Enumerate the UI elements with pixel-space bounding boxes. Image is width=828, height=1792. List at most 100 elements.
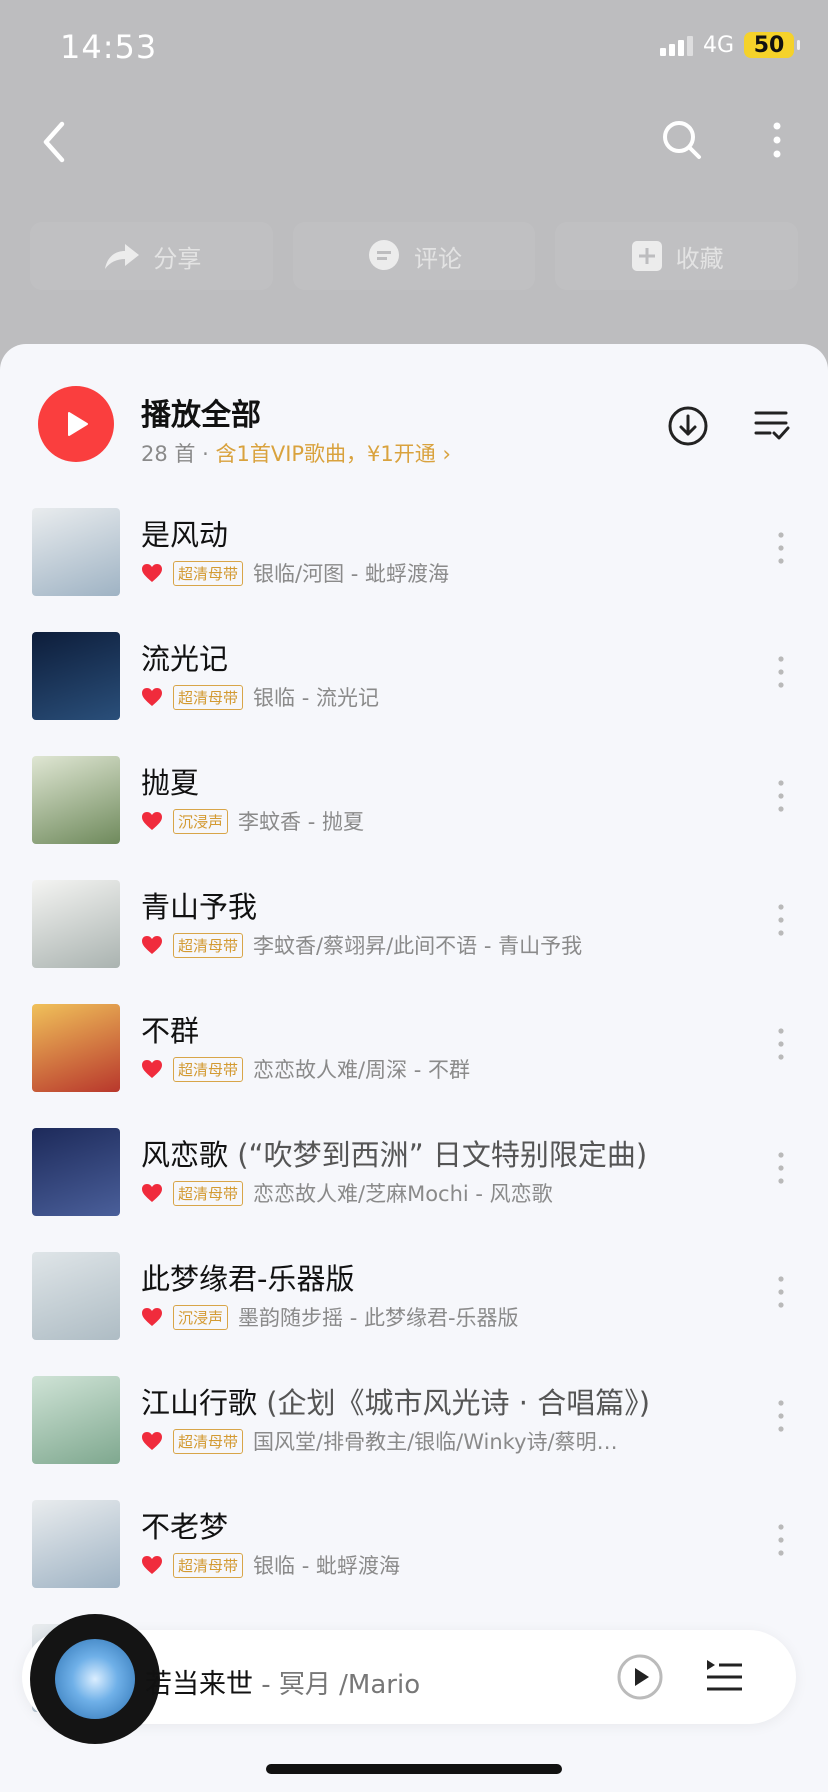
song-row[interactable]: 不老梦 超清母带 银临 - 蚍蜉渡海 <box>0 1492 828 1616</box>
song-title-text: 青山予我 <box>141 890 258 924</box>
song-title-text: 江山行歌 <box>141 1386 258 1420</box>
now-playing-artist: - 冥月 /Mario <box>253 1670 421 1700</box>
song-meta: 超清母带 恋恋故人难/周深 - 不群 <box>141 1054 470 1084</box>
song-title-text: 不群 <box>141 1014 200 1048</box>
more-vertical-icon[interactable] <box>775 902 787 938</box>
song-row[interactable]: 不群 超清母带 恋恋故人难/周深 - 不群 <box>0 996 828 1120</box>
song-title-text: 是风动 <box>141 518 229 552</box>
song-title: 此梦缘君-乐器版 <box>141 1256 354 1298</box>
song-artists: 银临/河图 - 蚍蜉渡海 <box>253 562 450 586</box>
song-title: 不老梦 <box>141 1504 228 1546</box>
quality-badge: 超清母带 <box>173 560 244 586</box>
signal-icon <box>659 34 693 56</box>
song-title: 抛夏 <box>141 760 199 802</box>
song-title-note: (企划《城市风光诗 · 合唱篇》) <box>257 1386 651 1420</box>
queue-icon <box>707 1660 742 1691</box>
separator-dot: · <box>202 442 209 466</box>
album-cover <box>32 632 120 720</box>
song-row[interactable]: 流光记 超清母带 银临 - 流光记 <box>0 624 828 748</box>
song-title: 不群 <box>141 1008 199 1050</box>
song-row[interactable]: 此梦缘君-乐器版 沉浸声 墨韵随步摇 - 此梦缘君-乐器版 <box>0 1244 828 1368</box>
song-artists: 李蚊香 - 抛夏 <box>238 810 364 834</box>
now-playing-disc[interactable] <box>30 1614 160 1744</box>
more-vertical-icon <box>773 122 781 158</box>
more-vertical-icon[interactable] <box>775 1026 787 1062</box>
song-meta: 超清母带 银临 - 流光记 <box>141 682 379 712</box>
heart-icon <box>142 1184 162 1202</box>
quality-badge: 沉浸声 <box>173 1304 229 1330</box>
song-title: 江山行歌 (企划《城市风光诗 · 合唱篇》) <box>141 1380 650 1422</box>
song-meta: 超清母带 李蚊香/蔡翊昇/此间不语 - 青山予我 <box>141 930 582 960</box>
chevron-right-icon: › <box>442 442 451 466</box>
back-button[interactable] <box>36 118 72 166</box>
play-pause-button[interactable] <box>616 1653 664 1701</box>
more-vertical-icon[interactable] <box>775 1274 787 1310</box>
heart-icon <box>142 1060 162 1078</box>
more-vertical-icon[interactable] <box>775 1398 787 1434</box>
vip-promo-link[interactable]: 含1首VIP歌曲，¥1开通 › <box>215 442 450 466</box>
play-all-subtitle: 28 首 · 含1首VIP歌曲，¥1开通 › <box>141 438 451 468</box>
more-vertical-icon[interactable] <box>775 530 787 566</box>
album-cover <box>32 508 120 596</box>
download-icon <box>668 406 708 446</box>
search-button[interactable] <box>660 118 704 162</box>
vip-promo-text: 含1首VIP歌曲，¥1开通 <box>215 442 436 466</box>
collect-icon <box>631 241 662 271</box>
multi-select-button[interactable] <box>752 404 792 444</box>
song-row[interactable]: 是风动 超清母带 银临/河图 - 蚍蜉渡海 <box>0 500 828 624</box>
play-all-button[interactable] <box>38 386 114 462</box>
now-playing-title: 若当来世 <box>145 1669 253 1700</box>
search-icon <box>663 121 701 159</box>
action-bar: 分享 评论 收藏 <box>30 222 799 290</box>
heart-icon <box>142 1432 162 1450</box>
status-time: 14:53 <box>60 28 158 66</box>
album-cover <box>32 1252 120 1340</box>
album-cover <box>32 1376 120 1464</box>
quality-badge: 沉浸声 <box>173 808 229 834</box>
song-row[interactable]: 青山予我 超清母带 李蚊香/蔡翊昇/此间不语 - 青山予我 <box>0 872 828 996</box>
album-cover <box>32 1500 120 1588</box>
song-meta: 沉浸声 李蚊香 - 抛夏 <box>141 806 364 836</box>
song-meta: 超清母带 国风堂/排骨教主/银临/Winky诗/蔡明… <box>141 1426 618 1456</box>
heart-icon <box>142 564 162 582</box>
more-vertical-icon[interactable] <box>775 778 787 814</box>
comment-button[interactable]: 评论 <box>292 222 536 290</box>
song-title-text: 抛夏 <box>141 766 200 800</box>
quality-badge: 超清母带 <box>173 932 244 958</box>
more-vertical-icon[interactable] <box>775 1150 787 1186</box>
share-icon <box>105 244 140 269</box>
heart-icon <box>142 1556 162 1574</box>
song-meta: 超清母带 恋恋故人难/芝麻Mochi - 风恋歌 <box>141 1178 553 1208</box>
song-title-text: 流光记 <box>141 642 229 676</box>
song-row[interactable]: 抛夏 沉浸声 李蚊香 - 抛夏 <box>0 748 828 872</box>
more-vertical-icon[interactable] <box>775 1522 787 1558</box>
song-row[interactable]: 江山行歌 (企划《城市风光诗 · 合唱篇》) 超清母带 国风堂/排骨教主/银临/… <box>0 1368 828 1492</box>
song-meta: 超清母带 银临/河图 - 蚍蜉渡海 <box>141 558 449 588</box>
more-vertical-icon[interactable] <box>775 654 787 690</box>
heart-icon <box>142 1308 162 1326</box>
home-indicator <box>266 1764 562 1774</box>
comment-label: 评论 <box>414 244 462 273</box>
collect-button[interactable]: 收藏 <box>555 222 799 290</box>
album-cover <box>32 880 120 968</box>
song-title-text: 此梦缘君-乐器版 <box>141 1262 355 1296</box>
song-artists: 银临 - 流光记 <box>253 686 379 710</box>
play-all-title[interactable]: 播放全部 <box>141 390 261 434</box>
song-artists: 银临 - 蚍蜉渡海 <box>253 1554 400 1578</box>
status-indicators: 4G 50 <box>659 32 800 58</box>
now-playing-info[interactable]: 若当来世 - 冥月 /Mario <box>145 1662 420 1701</box>
song-count: 28 首 <box>141 442 196 466</box>
album-cover <box>32 756 120 844</box>
more-button[interactable] <box>762 118 792 162</box>
share-button[interactable]: 分享 <box>30 222 273 290</box>
song-artists: 国风堂/排骨教主/银临/Winky诗/蔡明… <box>253 1430 618 1454</box>
download-button[interactable] <box>666 404 710 448</box>
heart-icon <box>142 812 162 830</box>
song-artists: 李蚊香/蔡翊昇/此间不语 - 青山予我 <box>253 934 583 958</box>
network-label: 4G <box>702 32 734 58</box>
song-meta: 超清母带 银临 - 蚍蜉渡海 <box>141 1550 400 1580</box>
playlist-queue-button[interactable] <box>704 1656 744 1696</box>
song-title: 风恋歌 (“吹梦到西洲” 日文特别限定曲) <box>141 1132 647 1174</box>
song-row[interactable]: 风恋歌 (“吹梦到西洲” 日文特别限定曲) 超清母带 恋恋故人难/芝麻Mochi… <box>0 1120 828 1244</box>
quality-badge: 超清母带 <box>173 684 244 710</box>
